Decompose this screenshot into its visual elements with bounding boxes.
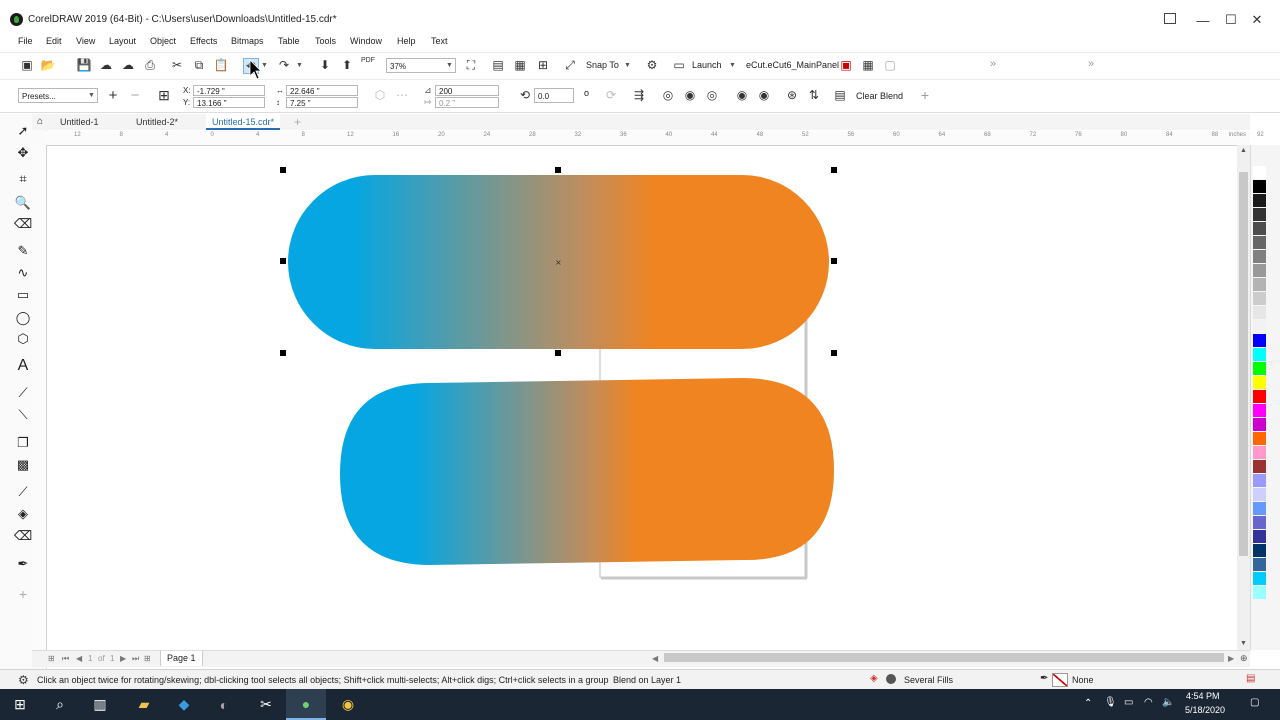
fill-swatch-icon <box>886 674 896 684</box>
windows-taskbar: ⊞ ⌕ ▥ ▰ ◆ ◐ ✂ ● ◉ ⌃ 🎙 ▭ ◠ 🔈 4:54 PM 5/18… <box>0 689 1280 720</box>
palette-swatch[interactable] <box>1253 516 1266 529</box>
scroll-up-icon[interactable]: ▲ <box>1240 147 1247 154</box>
file-explorer-icon[interactable]: ▰ <box>124 689 164 720</box>
search-icon[interactable]: ⌕ <box>40 689 80 720</box>
palette-swatch[interactable] <box>1253 530 1266 543</box>
color-proof-icon[interactable]: ▤ <box>1246 673 1255 684</box>
windows-start-icon[interactable]: ⊞ <box>0 689 40 720</box>
add-page-after-icon[interactable]: ⊞ <box>144 654 151 663</box>
first-page-icon[interactable]: ⏮ <box>62 654 69 664</box>
blend-shape-bottom[interactable] <box>340 378 834 565</box>
total-pages: 1 <box>110 654 115 663</box>
scroll-right-icon[interactable]: ▶ <box>1228 654 1234 663</box>
palette-swatch[interactable] <box>1253 208 1266 221</box>
outline-pen-status-icon[interactable]: ✒ <box>1040 673 1048 684</box>
horizontal-scroll-thumb[interactable] <box>664 653 1224 662</box>
drawing-layer: × <box>249 59 837 580</box>
coreldraw-taskbar-icon[interactable]: ◆ <box>164 689 204 720</box>
palette-swatch[interactable] <box>1253 572 1266 585</box>
previous-page-icon[interactable]: ◀ <box>76 654 82 663</box>
page-tab[interactable]: Page 1 <box>160 651 203 666</box>
volume-icon[interactable]: 🔈 <box>1162 697 1174 708</box>
next-page-icon[interactable]: ▶ <box>120 654 126 663</box>
palette-swatch[interactable] <box>1253 222 1266 235</box>
palette-swatch[interactable] <box>1253 460 1266 473</box>
vertical-scroll-thumb[interactable] <box>1239 172 1248 556</box>
microphone-icon[interactable]: 🎙 <box>1104 697 1117 708</box>
palette-swatch[interactable] <box>1253 292 1266 305</box>
last-page-icon[interactable]: ⏭ <box>132 654 139 664</box>
palette-swatch[interactable] <box>1253 446 1266 459</box>
palette-swatch[interactable] <box>1253 180 1266 193</box>
clock-time[interactable]: 4:54 PM <box>1186 691 1220 701</box>
page-of-label: of <box>98 654 105 663</box>
snipping-tool-icon[interactable]: ✂ <box>246 689 286 720</box>
palette-swatch[interactable] <box>1253 362 1266 375</box>
palette-swatch[interactable] <box>1253 544 1266 557</box>
palette-swatch[interactable] <box>1253 502 1266 515</box>
palette-swatch[interactable] <box>1253 418 1266 431</box>
palette-swatch[interactable] <box>1253 376 1266 389</box>
palette-swatch[interactable] <box>1253 334 1266 347</box>
task-view-icon[interactable]: ▥ <box>80 689 120 720</box>
fill-indicator-icon[interactable]: ◈ <box>870 673 878 684</box>
scroll-left-icon[interactable]: ◀ <box>652 654 658 663</box>
palette-swatch[interactable] <box>1253 474 1266 487</box>
palette-swatch[interactable] <box>1253 320 1266 333</box>
status-hint: Click an object twice for rotating/skewi… <box>37 675 609 685</box>
palette-swatch[interactable] <box>1253 390 1266 403</box>
wifi-icon[interactable]: ◠ <box>1144 697 1153 708</box>
palette-swatch[interactable] <box>1253 166 1266 179</box>
palette-swatch[interactable] <box>1253 404 1266 417</box>
palette-swatch[interactable] <box>1253 264 1266 277</box>
status-outline: None <box>1072 675 1094 685</box>
center-marker-icon: × <box>555 258 562 267</box>
palette-swatch[interactable] <box>1253 558 1266 571</box>
palette-swatch[interactable] <box>1253 488 1266 501</box>
status-settings-icon[interactable]: ⚙ <box>18 673 29 687</box>
palette-swatch[interactable] <box>1253 586 1266 599</box>
tray-expand-icon[interactable]: ⌃ <box>1084 698 1092 709</box>
action-center-icon[interactable]: ▢ <box>1250 697 1259 708</box>
palette-swatch[interactable] <box>1253 194 1266 207</box>
current-page-number: 1 <box>88 654 93 663</box>
outline-none-swatch-icon <box>1052 673 1068 687</box>
mouse-cursor-icon <box>249 59 262 80</box>
clock-date[interactable]: 5/18/2020 <box>1185 705 1225 715</box>
status-fill: Several Fills <box>904 675 954 685</box>
palette-swatch[interactable] <box>1253 432 1266 445</box>
coreldraw-active-taskbar-icon[interactable]: ● <box>286 689 326 720</box>
palette-swatch[interactable] <box>1253 236 1266 249</box>
zoom-navigator-icon[interactable]: ⊕ <box>1240 653 1248 664</box>
scroll-down-icon[interactable]: ▼ <box>1240 640 1247 647</box>
status-bar: ⚙ Click an object twice for rotating/ske… <box>0 669 1280 690</box>
status-selection: Blend on Layer 1 <box>613 675 682 685</box>
palette-swatch[interactable] <box>1253 306 1266 319</box>
palette-swatch[interactable] <box>1253 278 1266 291</box>
battery-icon[interactable]: ▭ <box>1124 697 1133 708</box>
palette-swatch[interactable] <box>1253 250 1266 263</box>
palette-swatch[interactable] <box>1253 348 1266 361</box>
chrome-icon[interactable]: ◉ <box>328 689 368 720</box>
paint-app-icon[interactable]: ◐ <box>204 689 244 720</box>
add-page-before-icon[interactable]: ⊞ <box>48 654 55 663</box>
